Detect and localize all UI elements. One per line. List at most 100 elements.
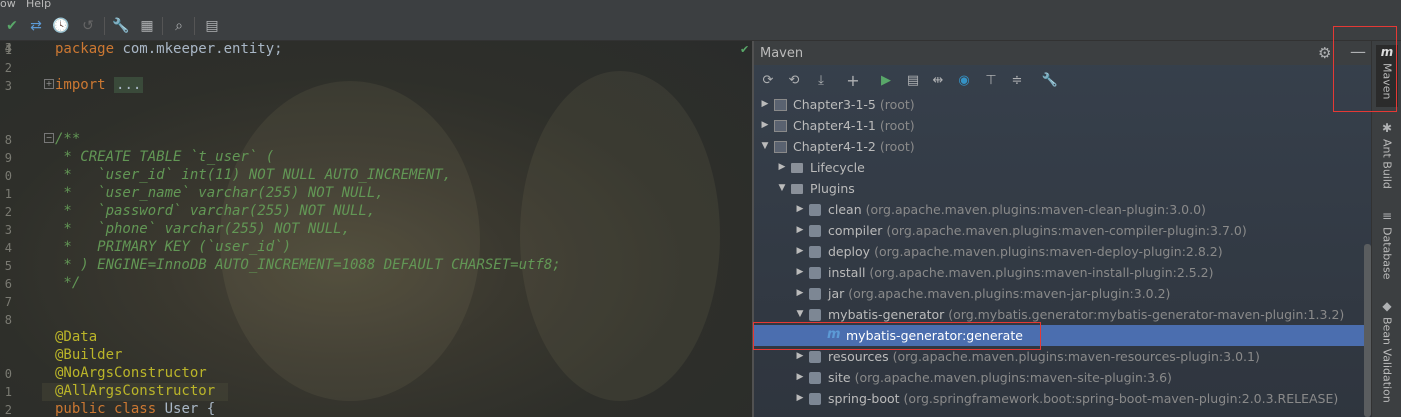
node-name: site [828, 370, 851, 385]
tab-database[interactable]: ≡ Database [1376, 209, 1398, 281]
menu-item-window[interactable]: ow [0, 0, 16, 9]
tree-node-label: Lifecycle [810, 157, 865, 178]
tree-node[interactable]: ▶ compiler (org.apache.maven.plugins:mave… [754, 220, 1371, 241]
line-number: 8 [4, 313, 12, 327]
line-number: 5 [4, 259, 12, 273]
tab-database-label: Database [1380, 227, 1394, 280]
plugin-icon [809, 393, 821, 405]
tree-node[interactable]: ▼ Plugins [754, 178, 1371, 199]
folder-icon [791, 163, 803, 173]
node-name: resources [828, 349, 889, 364]
tree-node[interactable]: ▶ Chapter3-1-5 (root) [754, 94, 1371, 115]
code-line: * `password` varchar(255) NOT NULL, [55, 203, 375, 219]
collapse-arrow-icon[interactable]: ▼ [760, 136, 770, 157]
expand-arrow-icon[interactable]: ▶ [795, 388, 805, 409]
toolbar-separator [162, 17, 163, 35]
comment-text: * PRIMARY KEY (`user_id`) [55, 239, 292, 255]
tree-node[interactable]: ▶ clean (org.apache.maven.plugins:maven-c… [754, 199, 1371, 220]
tree-node-label: spring-boot (org.springframework.boot:sp… [828, 388, 1338, 409]
merge-icon[interactable]: ⇄ [26, 16, 46, 36]
tree-node-label: site (org.apache.maven.plugins:maven-sit… [828, 367, 1172, 388]
inspection-ok-icon: ✔ [740, 43, 750, 56]
fold-toggle-icon[interactable]: − [44, 133, 54, 143]
skip-tests-icon[interactable]: ◉ [954, 70, 974, 90]
wrench-icon[interactable]: 🔧 [111, 16, 131, 36]
menu-item-help[interactable]: Help [26, 0, 51, 9]
code-line: @AllArgsConstructor [55, 383, 215, 399]
tree-node[interactable]: ▶ jar (org.apache.maven.plugins:maven-jar… [754, 283, 1371, 304]
tree-node[interactable]: ▶ Chapter4-1-1 (root) [754, 115, 1371, 136]
terminal-icon[interactable]: ▤ [202, 16, 222, 36]
run-icon[interactable]: ▶ [876, 70, 896, 90]
node-name: clean [828, 202, 862, 217]
annotation: @NoArgsConstructor [55, 365, 207, 381]
maven-panel-title: Maven [760, 46, 804, 61]
node-name: compiler [828, 223, 883, 238]
fold-toggle-icon[interactable]: + [44, 79, 54, 89]
expand-arrow-icon[interactable]: ▶ [795, 367, 805, 388]
expand-arrow-icon[interactable]: ▶ [795, 199, 805, 220]
menu-bar: ow Help [0, 0, 1401, 11]
tree-node[interactable]: ▶ install (org.apache.maven.plugins:maven… [754, 262, 1371, 283]
toolbar-separator [104, 17, 105, 35]
run-config-icon[interactable]: ▤ [903, 70, 923, 90]
comment-text: */ [55, 275, 81, 291]
folded-imports[interactable]: ... [114, 77, 144, 93]
tree-node-label: Chapter4-1-1 (root) [793, 115, 915, 136]
node-name: Plugins [810, 181, 855, 196]
code-line: * `phone` varchar(255) NOT NULL, [55, 221, 350, 237]
node-coordinates: (org.apache.maven.plugins:maven-install-… [869, 265, 1214, 280]
tree-node[interactable]: ▶ deploy (org.apache.maven.plugins:maven-… [754, 241, 1371, 262]
code-editor[interactable]: 1238901234567801234 package com.mkeeper.… [0, 41, 752, 417]
code-line: public class User { [55, 401, 215, 417]
tree-scrollbar[interactable] [1364, 244, 1371, 417]
maven-toolbar: ⟳ ⟲ ⤓ + ▶ ▤ ⇹ ◉ ⊤ ≑ 🔧 [754, 68, 1371, 92]
tree-node[interactable]: ▶ spring-boot (org.springframework.boot:s… [754, 388, 1371, 409]
comment-text: * CREATE TABLE `t_user` ( [55, 149, 275, 165]
refresh-icon[interactable]: ⟳ [758, 70, 778, 90]
plugin-icon [809, 267, 821, 279]
collapse-icon[interactable]: ≑ [1007, 70, 1027, 90]
maven-project-tree: ▶ Chapter3-1-5 (root) ▶ Chapter4-1-1 (root)… [754, 94, 1371, 417]
node-name: Chapter4-1-1 [793, 118, 876, 133]
tab-ant-build[interactable]: ✱ Ant Build [1376, 121, 1398, 191]
expand-arrow-icon[interactable]: ▶ [760, 94, 770, 115]
code-text: com.mkeeper.entity; [114, 41, 283, 57]
check-icon[interactable]: ✔ [2, 16, 22, 36]
expand-arrow-icon[interactable]: ▶ [795, 283, 805, 304]
expand-arrow-icon[interactable]: ▶ [777, 157, 787, 178]
tree-node[interactable]: ▼ Chapter4-1-2 (root) [754, 136, 1371, 157]
tab-bean-validation[interactable]: ◆ Bean Validation [1376, 299, 1398, 411]
project-structure-icon[interactable]: ▦ [137, 16, 157, 36]
node-coordinates: (root) [879, 139, 915, 154]
tree-node-label: Plugins [810, 178, 855, 199]
expand-arrow-icon[interactable]: ▶ [795, 241, 805, 262]
code-line: */ [55, 275, 80, 291]
expand-arrow-icon[interactable]: ▶ [795, 262, 805, 283]
collapse-arrow-icon[interactable]: ▼ [777, 178, 787, 199]
tree-node[interactable]: ▶ Lifecycle [754, 157, 1371, 178]
download-icon[interactable]: ⤓ [811, 70, 831, 90]
add-icon[interactable]: + [843, 70, 863, 90]
code-line: * PRIMARY KEY (`user_id`) [55, 239, 291, 255]
folder-icon [791, 184, 803, 194]
settings-wrench-icon[interactable]: 🔧 [1040, 70, 1060, 90]
expand-arrow-icon[interactable]: ▶ [760, 115, 770, 136]
expand-arrow-icon[interactable]: ▶ [795, 220, 805, 241]
undo-icon[interactable]: ↺ [78, 16, 98, 36]
toggle-offline-icon[interactable]: ⇹ [928, 70, 948, 90]
line-number: 0 [4, 169, 12, 183]
history-icon[interactable]: 🕓 [51, 16, 71, 36]
gear-icon[interactable]: ⚙ [1318, 44, 1331, 62]
line-number: 4 [4, 41, 12, 55]
line-number: 6 [4, 277, 12, 291]
tree-node-label: compiler (org.apache.maven.plugins:maven… [828, 220, 1247, 241]
keyword: public class [55, 401, 157, 417]
show-deps-icon[interactable]: ⊤ [981, 70, 1001, 90]
tree-node[interactable]: ▶ site (org.apache.maven.plugins:maven-si… [754, 367, 1371, 388]
maven-module-icon [774, 99, 787, 111]
highlight-generate-goal [753, 322, 1041, 350]
node-coordinates: (org.apache.maven.plugins:maven-deploy-p… [874, 244, 1223, 259]
reimport-icon[interactable]: ⟲ [784, 70, 804, 90]
search-icon[interactable]: ⌕ [169, 16, 189, 36]
